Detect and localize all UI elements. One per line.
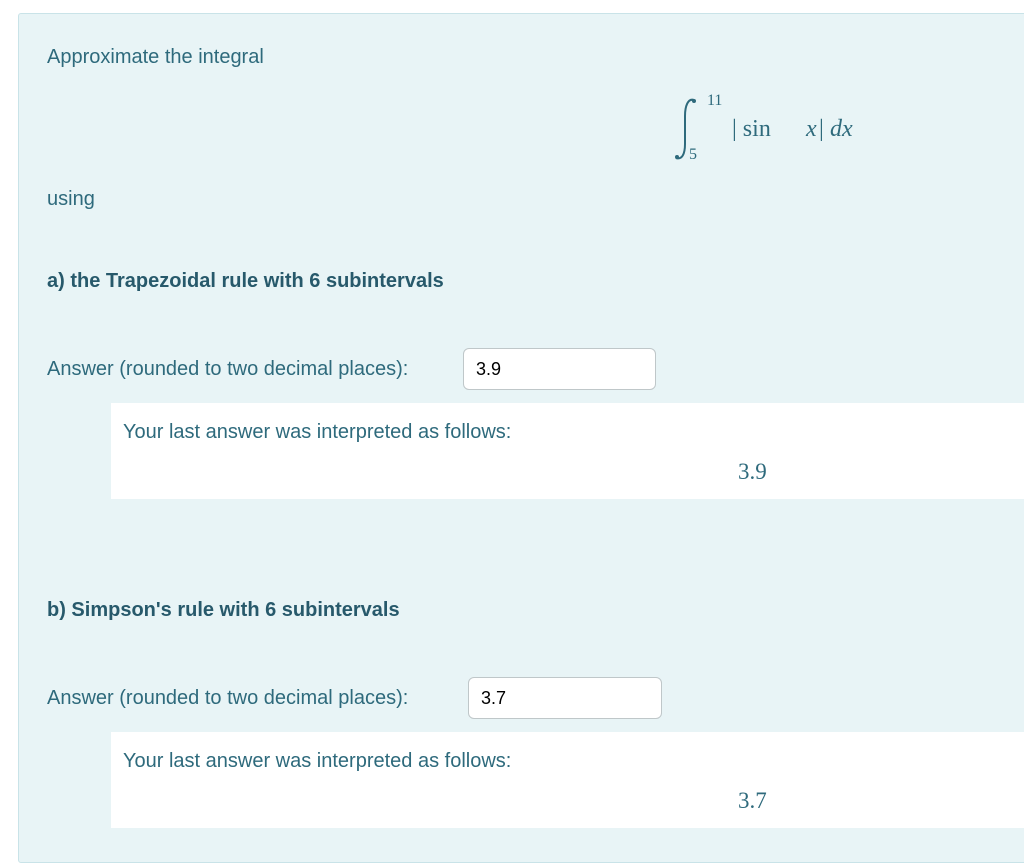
part-b-answer-label: Answer (rounded to two decimal places):: [47, 687, 409, 709]
integrand-prefix: | sin: [732, 116, 777, 142]
using-text: using: [47, 188, 95, 210]
part-b-heading: b) Simpson's rule with 6 subintervals: [47, 599, 400, 621]
part-a-interpreted-value: 3.9: [738, 459, 767, 484]
integral-lower-limit: 5: [689, 146, 697, 163]
integral-differential: dx: [830, 116, 853, 142]
intro-text: Approximate the integral: [47, 46, 264, 68]
part-a-answer-input[interactable]: [463, 348, 656, 390]
integrand-variable: x: [806, 116, 817, 142]
part-a-feedback-box: Your last answer was interpreted as foll…: [111, 403, 1024, 499]
integral-upper-limit: 11: [707, 92, 723, 109]
part-b-answer-input[interactable]: [468, 677, 662, 719]
integral-sign-icon: [675, 98, 696, 160]
part-a-feedback-label: Your last answer was interpreted as foll…: [123, 421, 512, 443]
part-b-feedback-label: Your last answer was interpreted as foll…: [123, 750, 512, 772]
integrand-abs-bar: |: [819, 116, 824, 142]
part-b-feedback-box: Your last answer was interpreted as foll…: [111, 732, 1024, 828]
part-a-heading: a) the Trapezoidal rule with 6 subinterv…: [47, 270, 444, 292]
part-b-interpreted-value: 3.7: [738, 788, 767, 813]
part-a-answer-label: Answer (rounded to two decimal places):: [47, 358, 409, 380]
